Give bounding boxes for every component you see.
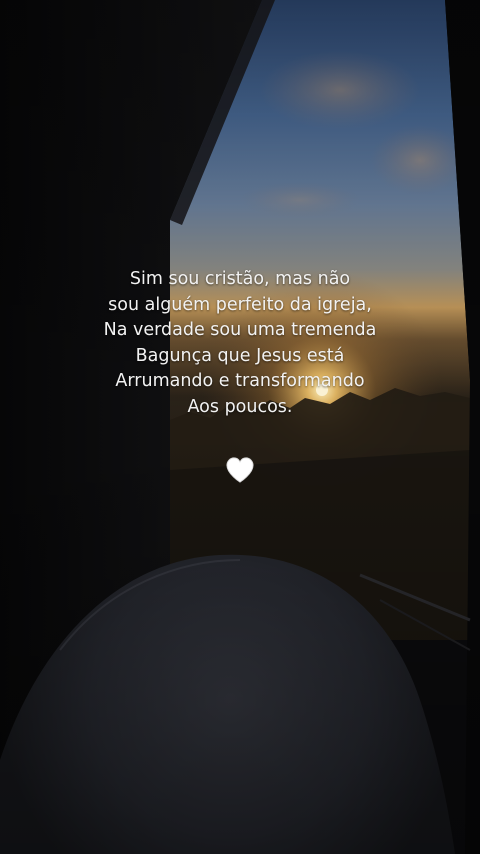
- white-heart-icon: [226, 457, 254, 483]
- photo-scene: Sim sou cristão, mas não sou alguém perf…: [0, 0, 480, 854]
- quote-line: Aos poucos.: [187, 396, 293, 417]
- quote-line: Arrumando e transformando: [115, 371, 365, 391]
- background-photo: [0, 0, 480, 854]
- quote-line: sou alguém perfeito da igreja,: [108, 294, 372, 315]
- quote-text: Sim sou cristão, mas não sou alguém perf…: [0, 267, 480, 420]
- quote-line: Na verdade sou uma tremenda: [103, 320, 377, 340]
- quote-line: Sim sou cristão, mas não: [129, 269, 351, 289]
- quote-line: Bagunça que Jesus está: [135, 345, 345, 366]
